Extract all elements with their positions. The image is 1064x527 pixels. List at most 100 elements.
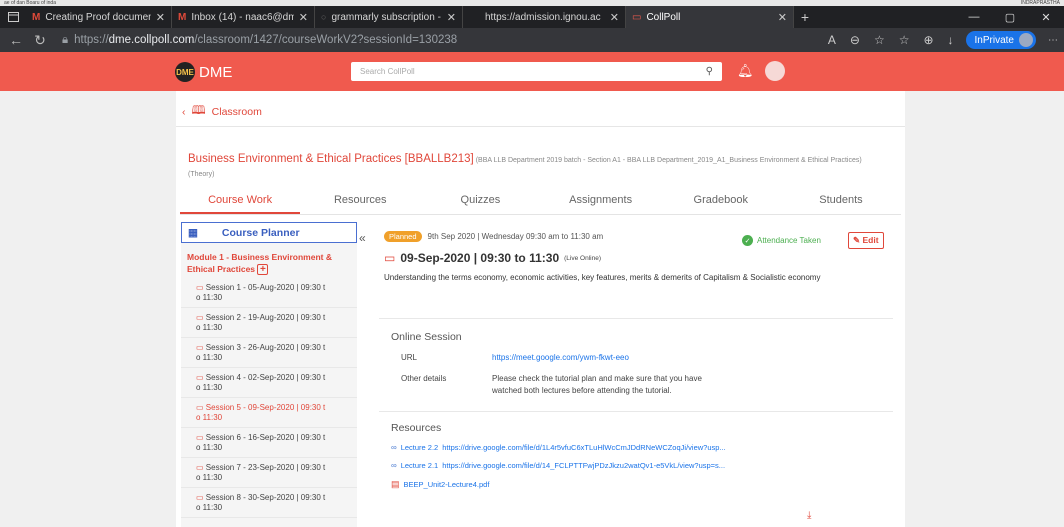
new-tab-icon[interactable]: +	[794, 9, 816, 25]
browser-tab-4[interactable]: https://admission.ignou.ac ✕	[463, 6, 626, 28]
close-tab-icon[interactable]: ✕	[447, 11, 456, 24]
session-item[interactable]: ▭ Session 3 - 26-Aug-2020 | 09:30 to 11:…	[181, 338, 357, 368]
url-row: URL https://meet.google.com/ywm-fkwt-eeo	[391, 352, 891, 364]
browser-tab-2[interactable]: M Inbox (14) - naac6@dme.a ✕	[172, 6, 315, 28]
search-icon: ○	[321, 12, 327, 22]
session-detail: Planned 9th Sep 2020 | Wednesday 09:30 a…	[371, 222, 901, 527]
video-icon: ▭	[384, 251, 396, 265]
video-icon: ▭	[196, 373, 206, 382]
restore-icon[interactable]: ▢	[992, 6, 1028, 28]
tab-quizzes[interactable]: Quizzes	[420, 187, 540, 214]
session-description: Understanding the terms economy, economi…	[384, 273, 821, 282]
other-details-row: Other details Please check the tutorial …	[391, 373, 891, 397]
link-icon: ∞	[391, 461, 397, 470]
resources-section: Resources ∞ Lecture 2.2 https://drive.go…	[371, 412, 901, 490]
main-content: ‹ 🕮 Classroom Business Environment & Eth…	[176, 91, 905, 527]
address-bar: ← ↻ 🔒︎ https://dme.collpoll.com/classroo…	[0, 28, 1064, 52]
more-menu-icon[interactable]: ⋯	[1048, 35, 1058, 46]
inprivate-button[interactable]: InPrivate	[965, 31, 1036, 49]
session-mode: (Live Online)	[564, 254, 601, 262]
attendance-status: ✓ Attendance Taken	[742, 235, 821, 246]
session-item[interactable]: ▭ Session 4 - 02-Sep-2020 | 09:30 to 11:…	[181, 368, 357, 398]
search-input[interactable]: Search CollPoll ⚲	[351, 62, 722, 81]
session-item[interactable]: ▭ Session 8 - 30-Sep-2020 | 09:30 to 11:…	[181, 488, 357, 518]
notification-bell-icon[interactable]: 🔔︎	[737, 63, 754, 79]
logo-text: DME	[199, 63, 233, 81]
session-item-current[interactable]: ▭ Session 5 - 09-Sep-2020 | 09:30 to 11:…	[181, 398, 357, 428]
tab-course-work[interactable]: Course Work	[180, 187, 301, 214]
check-icon: ✓	[742, 235, 753, 246]
session-header: Planned 9th Sep 2020 | Wednesday 09:30 a…	[371, 222, 901, 318]
refresh-icon[interactable]: ↻	[30, 32, 50, 49]
browser-tab-bar: M Creating Proof document ✕ M Inbox (14)…	[0, 6, 1064, 28]
resource-file[interactable]: ▤ BEEP_Unit2-Lecture4.pdf	[391, 479, 891, 490]
add-session-icon[interactable]: +	[257, 264, 269, 275]
course-header: Business Environment & Ethical Practices…	[188, 152, 888, 182]
zoom-icon[interactable]: ⊖	[850, 33, 860, 47]
tab-title: https://admission.ignou.ac	[485, 11, 601, 23]
module-heading[interactable]: Module 1 - Business Environment & Ethica…	[181, 243, 357, 278]
browser-tab-3[interactable]: ○ grammarly subscription - ✕	[315, 6, 463, 28]
url-field[interactable]: 🔒︎ https://dme.collpoll.com/classroom/14…	[54, 31, 824, 49]
close-window-icon[interactable]: ✕	[1028, 6, 1064, 28]
status-badge: Planned	[384, 231, 422, 242]
tab-title: Creating Proof document	[45, 11, 151, 23]
breadcrumb[interactable]: ‹ 🕮 Classroom	[182, 101, 262, 122]
user-avatar[interactable]	[765, 61, 785, 81]
session-item[interactable]: ▭ Session 7 - 23-Sep-2020 | 09:30 to 11:…	[181, 458, 357, 488]
course-planner-label: Course Planner	[221, 226, 300, 239]
lock-icon: 🔒︎	[62, 33, 69, 46]
tab-actions-icon[interactable]	[0, 6, 26, 28]
back-icon[interactable]: ←	[6, 32, 26, 48]
session-time: 09-Sep-2020 | 09:30 to 11:30	[400, 251, 560, 265]
course-tabs: Course Work Resources Quizzes Assignment…	[180, 187, 901, 215]
read-aloud-icon[interactable]: A	[828, 33, 836, 47]
video-icon: ▭	[196, 493, 206, 502]
video-icon: ▭	[196, 283, 206, 292]
profile-avatar	[1019, 33, 1033, 47]
course-planner-button[interactable]: ▦ Course Planner	[181, 222, 357, 243]
browser-tab-5[interactable]: ▭ CollPoll ✕	[626, 6, 794, 28]
collpoll-icon: ▭	[632, 11, 642, 23]
minimize-icon[interactable]: —	[956, 6, 992, 28]
course-planner-panel: ▦ Course Planner Module 1 - Business Env…	[181, 222, 357, 527]
meeting-link[interactable]: https://meet.google.com/ywm-fkwt-eeo	[492, 352, 732, 364]
logo[interactable]: DME DME	[175, 62, 232, 82]
other-details-value: Please check the tutorial plan and make …	[492, 374, 702, 395]
download-icon[interactable]: ⤓	[807, 510, 811, 521]
session-item[interactable]: ▭ Session 1 - 05-Aug-2020 | 09:30 to 11:…	[181, 278, 357, 308]
pdf-icon: ▤	[391, 479, 400, 489]
tab-title: CollPoll	[646, 11, 681, 23]
logo-badge: DME	[175, 62, 195, 82]
app-header: DME DME Search CollPoll ⚲ 🔔︎	[0, 52, 1064, 91]
search-icon[interactable]: ⚲	[706, 66, 713, 77]
close-tab-icon[interactable]: ✕	[778, 11, 787, 24]
close-tab-icon[interactable]: ✕	[299, 11, 308, 24]
gmail-icon: M	[178, 11, 187, 23]
close-tab-icon[interactable]: ✕	[156, 11, 165, 24]
video-icon: ▭	[196, 433, 206, 442]
gmail-icon: M	[32, 11, 41, 23]
collections-icon[interactable]: ⊕	[923, 33, 933, 47]
resource-link[interactable]: ∞ Lecture 2.2 https://drive.google.com/f…	[391, 443, 891, 452]
back-chevron-icon[interactable]: ‹	[182, 106, 186, 118]
favorite-icon[interactable]: ☆	[874, 33, 885, 47]
downloads-icon[interactable]: ↓	[948, 33, 954, 47]
resource-link[interactable]: ∞ Lecture 2.1 https://drive.google.com/f…	[391, 461, 891, 470]
tab-assignments[interactable]: Assignments	[541, 187, 661, 214]
collapse-panel-icon[interactable]: «	[359, 231, 366, 245]
resource-label: Lecture 2.1	[400, 461, 439, 470]
file-name: BEEP_Unit2-Lecture4.pdf	[403, 480, 490, 489]
session-item[interactable]: ▭ Session 2 - 19-Aug-2020 | 09:30 to 11:…	[181, 308, 357, 338]
browser-tab-1[interactable]: M Creating Proof document ✕	[26, 6, 172, 28]
tab-students[interactable]: Students	[781, 187, 901, 214]
close-tab-icon[interactable]: ✕	[610, 11, 619, 24]
tab-resources[interactable]: Resources	[300, 187, 420, 214]
session-item[interactable]: ▭ Session 6 - 16-Sep-2020 | 09:30 to 11:…	[181, 428, 357, 458]
resources-title: Resources	[391, 422, 442, 434]
tab-gradebook[interactable]: Gradebook	[661, 187, 781, 214]
link-icon: ∞	[391, 443, 397, 452]
online-session-section: Online Session URL https://meet.google.c…	[371, 319, 901, 411]
edit-button[interactable]: ✎ Edit	[848, 232, 884, 249]
favorites-icon[interactable]: ☆	[899, 33, 910, 47]
